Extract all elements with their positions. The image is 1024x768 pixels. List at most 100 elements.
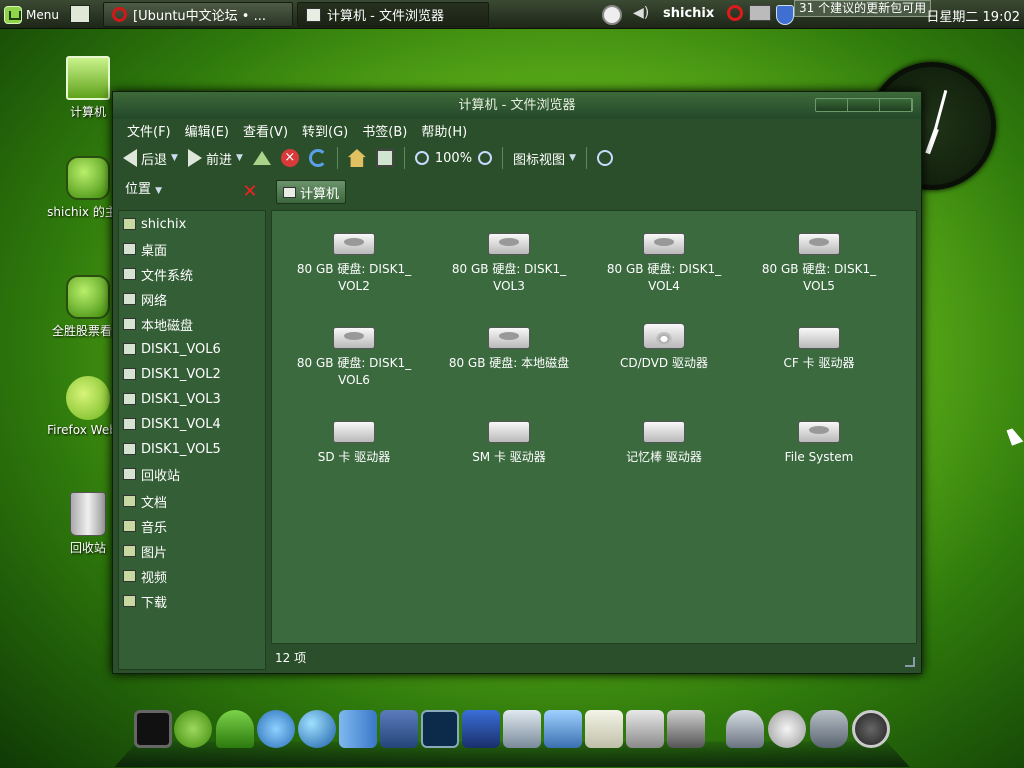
back-button[interactable]: 后退 ▼ [123, 149, 178, 168]
sidebar-item-music[interactable]: 音乐 [123, 515, 167, 537]
at-mail-icon[interactable] [768, 710, 806, 748]
clock-tray-icon[interactable] [602, 5, 622, 25]
drive-item[interactable]: 80 GB 硬盘: DISK1_ VOL2 [279, 233, 429, 295]
minimize-button[interactable] [816, 99, 848, 111]
drive-icon [123, 393, 136, 405]
mail-icon[interactable] [626, 710, 664, 748]
messenger-icon[interactable] [257, 710, 295, 748]
stop-icon[interactable]: × [280, 149, 299, 167]
main-menu-button[interactable]: Menu [4, 4, 59, 25]
forward-arrow-icon [187, 149, 202, 167]
hard-disk-icon [798, 233, 840, 255]
chevron-down-icon[interactable]: ▼ [171, 153, 178, 163]
update-shield-icon[interactable] [776, 5, 794, 25]
view-mode-select[interactable]: 图标视图 ▼ [513, 149, 576, 168]
volume-icon[interactable]: ◀) [633, 5, 651, 21]
sidebar-item-trash[interactable]: 回收站 [123, 463, 180, 485]
sidebar-item-documents[interactable]: 文档 [123, 490, 167, 512]
drive-item[interactable]: CF 卡 驱动器 [744, 327, 894, 372]
sidebar-item-vol4[interactable]: DISK1_VOL4 [123, 413, 221, 435]
show-desktop-icon[interactable] [70, 5, 90, 23]
zoom-in-icon[interactable] [478, 151, 493, 165]
video-clapper-icon[interactable] [462, 710, 500, 748]
datetime-label[interactable]: 日星期二 19:02 [926, 6, 1020, 25]
drive-item[interactable]: 记忆棒 驱动器 [589, 421, 739, 466]
sidebar-item-videos[interactable]: 视频 [123, 565, 167, 587]
sidebar-item-filesystem[interactable]: 文件系统 [123, 263, 193, 285]
forward-button[interactable]: 前进 ▼ [187, 149, 243, 168]
drive-item[interactable]: 80 GB 硬盘: DISK1_ VOL3 [434, 233, 584, 295]
hard-disk-icon [333, 233, 375, 255]
sidebar-item-label: 图片 [141, 545, 168, 561]
sidebar-item-vol2[interactable]: DISK1_VOL2 [123, 363, 221, 385]
sidebar-item-downloads[interactable]: 下载 [123, 590, 167, 612]
back-label: 后退 [141, 152, 168, 168]
opera-icon [112, 7, 127, 22]
pathbar-computer-button[interactable]: 计算机 [276, 180, 347, 204]
resize-grip-icon[interactable] [905, 657, 915, 667]
elephant-icon[interactable] [810, 710, 848, 748]
worm-app-icon[interactable] [216, 710, 254, 748]
update-notification[interactable]: 31 个建议的更新包可用 [794, 0, 932, 17]
close-button[interactable] [880, 99, 912, 111]
menu-bookmarks[interactable]: 书签(B) [362, 121, 407, 140]
terminal-icon[interactable] [134, 710, 172, 748]
drive-item[interactable]: CD/DVD 驱动器 [589, 323, 739, 372]
drive-item[interactable]: SM 卡 驱动器 [434, 421, 584, 466]
system-monitor-icon[interactable] [421, 710, 459, 748]
zoom-level[interactable]: 100% [435, 151, 472, 166]
clock-hour-hand [925, 128, 939, 155]
eagle-app-icon[interactable] [380, 710, 418, 748]
sidebar-item-desktop[interactable]: 桌面 [123, 238, 167, 260]
drive-item[interactable]: 80 GB 硬盘: 本地磁盘 [434, 327, 584, 372]
menu-edit[interactable]: 编辑(E) [185, 121, 229, 140]
stock-app-icon [66, 275, 110, 319]
search-icon[interactable] [596, 150, 613, 166]
sidebar-item-network[interactable]: 网络 [123, 288, 167, 310]
drive-item[interactable]: 80 GB 硬盘: DISK1_ VOL6 [279, 327, 429, 389]
picture-viewer-icon[interactable] [544, 710, 582, 748]
task-browser-label: [Ubuntu中文论坛 • ... [133, 9, 266, 24]
clock-minute-hand [934, 89, 948, 130]
close-sidebar-icon[interactable]: ✕ [240, 183, 260, 201]
power-icon[interactable] [852, 710, 890, 748]
sidebar-item-pictures[interactable]: 图片 [123, 540, 167, 562]
opensuse-icon[interactable] [174, 710, 212, 748]
zoom-out-icon[interactable] [414, 151, 429, 165]
menu-go[interactable]: 转到(G) [302, 121, 348, 140]
home-icon[interactable] [347, 149, 366, 167]
menu-view[interactable]: 查看(V) [243, 121, 288, 140]
drive-item[interactable]: File System [744, 421, 894, 466]
sidebar-item-home[interactable]: shichix [123, 213, 186, 235]
task-file-manager[interactable]: 计算机 - 文件浏览器 [297, 2, 489, 27]
sidebar-item-vol3[interactable]: DISK1_VOL3 [123, 388, 221, 410]
alien-icon[interactable] [726, 710, 764, 748]
opera-tray-icon[interactable] [727, 5, 743, 21]
task-browser[interactable]: [Ubuntu中文论坛 • ... [103, 2, 293, 27]
menu-file[interactable]: 文件(F) [127, 121, 171, 140]
sidebar-item-local-disk[interactable]: 本地磁盘 [123, 313, 193, 335]
username-label[interactable]: shichix [663, 6, 714, 21]
finder-icon[interactable] [339, 710, 377, 748]
computer-icon [283, 186, 296, 198]
chevron-down-icon[interactable]: ▼ [236, 153, 243, 163]
sidebar-item-vol5[interactable]: DISK1_VOL5 [123, 438, 221, 460]
maximize-button[interactable] [848, 99, 880, 111]
photos-icon[interactable] [503, 710, 541, 748]
globe-icon[interactable] [298, 710, 336, 748]
drive-item[interactable]: SD 卡 驱动器 [279, 421, 429, 466]
network-tray-icon[interactable] [749, 5, 771, 21]
drive-item[interactable]: 80 GB 硬盘: DISK1_ VOL4 [589, 233, 739, 295]
notes-icon[interactable] [585, 710, 623, 748]
drive-item[interactable]: 80 GB 硬盘: DISK1_ VOL5 [744, 233, 894, 295]
sidebar-item-vol6[interactable]: DISK1_VOL6 [123, 338, 221, 360]
reload-icon[interactable] [308, 149, 327, 167]
computer-icon[interactable] [375, 149, 394, 167]
drive-label: SD 卡 驱动器 [317, 450, 391, 464]
sidebar-item-label: DISK1_VOL6 [141, 341, 221, 357]
hard-disk-icon [798, 421, 840, 443]
up-arrow-icon[interactable] [252, 151, 271, 165]
window-titlebar[interactable]: 计算机 - 文件浏览器 [113, 92, 921, 119]
settings-icon[interactable] [667, 710, 705, 748]
menu-help[interactable]: 帮助(H) [421, 121, 467, 140]
